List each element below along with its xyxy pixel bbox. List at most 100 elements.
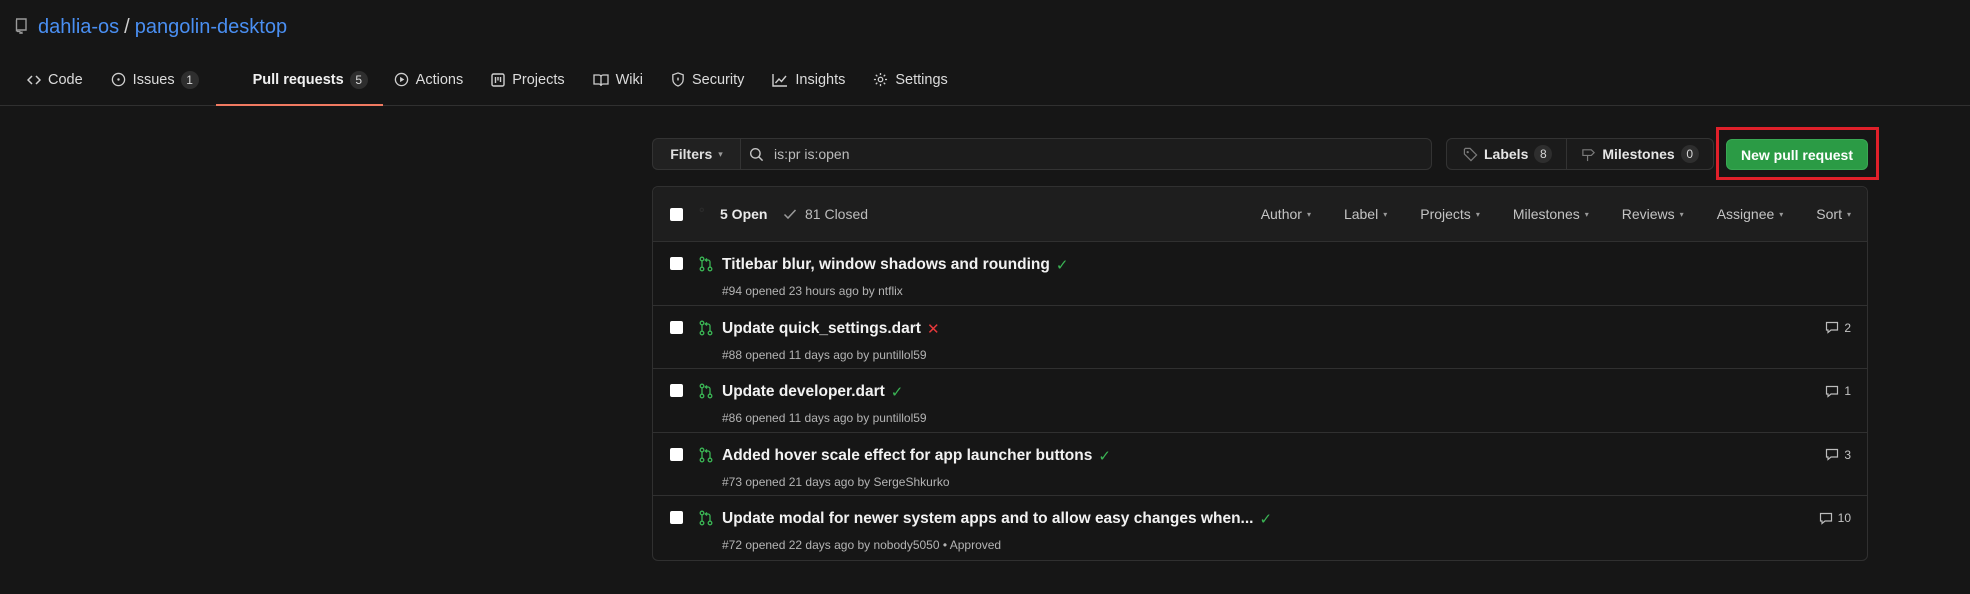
pr-checkbox[interactable] [670, 320, 683, 334]
tab-actions-label: Actions [415, 71, 464, 88]
tab-pull-requests-label: Pull requests [252, 71, 344, 88]
comments-link[interactable]: 1 [1825, 384, 1851, 398]
select-all-checkbox[interactable] [670, 207, 683, 221]
milestones-button[interactable]: Milestones 0 [1566, 139, 1712, 169]
check-icon[interactable]: ✓ [1098, 447, 1111, 465]
milestones-count-badge: 0 [1680, 145, 1699, 163]
play-icon [394, 72, 408, 87]
closed-count: 81 Closed [805, 206, 869, 222]
repo-owner-link[interactable]: dahlia-os [38, 16, 119, 39]
author-filter[interactable]: Author ▾ [1261, 206, 1311, 222]
pr-row: Update developer.dart ✓ #86 opened 11 da… [653, 369, 1867, 433]
tab-wiki[interactable]: Wiki [582, 54, 660, 105]
repo-name-link[interactable]: pangolin-desktop [135, 16, 287, 39]
reviews-filter[interactable]: Reviews ▾ [1622, 206, 1684, 222]
tab-settings-label: Settings [895, 71, 948, 88]
closed-filter[interactable]: 81 Closed [783, 206, 868, 222]
pr-title-link[interactable]: Titlebar blur, window shadows and roundi… [722, 256, 1068, 274]
repo-icon [14, 18, 30, 36]
shield-icon [672, 72, 684, 87]
labels-label: Labels [1484, 146, 1529, 162]
new-pull-request-button[interactable]: New pull request [1726, 139, 1868, 170]
gear-icon [874, 72, 888, 87]
search-icon [749, 147, 764, 161]
graph-icon [772, 73, 788, 87]
pr-meta: #88 opened 11 days ago by puntillol59 [722, 347, 927, 362]
tab-projects[interactable]: Projects [480, 54, 581, 105]
tab-security[interactable]: Security [660, 54, 761, 105]
tab-pull-requests[interactable]: Pull requests 5 [215, 54, 383, 106]
tab-settings[interactable]: Settings [862, 54, 964, 105]
chevron-down-icon: ▾ [1679, 209, 1684, 219]
tab-insights[interactable]: Insights [761, 54, 862, 105]
check-icon[interactable]: ✓ [1056, 256, 1069, 274]
tab-issues[interactable]: Issues 1 [100, 54, 216, 105]
chevron-down-icon: ▾ [1584, 209, 1589, 219]
chevron-down-icon: ▾ [1475, 209, 1480, 219]
pr-checkbox[interactable] [670, 384, 683, 397]
pr-meta: #86 opened 11 days ago by puntillol59 [722, 411, 927, 425]
assignee-label: Assignee [1716, 206, 1775, 222]
code-icon [27, 74, 41, 85]
pr-row: Update modal for newer system apps and t… [653, 496, 1867, 560]
git-pull-request-icon [699, 447, 713, 462]
repo-tabs: Code Issues 1 Pull requests 5 Actions Pr… [0, 54, 1970, 106]
pr-title-link[interactable]: Added hover scale effect for app launche… [722, 447, 1111, 465]
tab-wiki-label: Wiki [615, 71, 643, 88]
git-pull-request-icon [699, 207, 705, 212]
open-count: 5 Open [720, 206, 768, 222]
chevron-down-icon: ▾ [1383, 209, 1388, 219]
pr-row: Titlebar blur, window shadows and roundi… [653, 242, 1867, 306]
pr-row: Added hover scale effect for app launche… [653, 433, 1867, 496]
assignee-filter[interactable]: Assignee ▾ [1717, 206, 1784, 222]
comments-link[interactable]: 10 [1819, 511, 1851, 525]
x-icon[interactable]: ✕ [927, 320, 940, 338]
search-field[interactable] [740, 138, 1432, 170]
pr-row: Update quick_settings.dart ✕ #88 opened … [653, 306, 1867, 369]
comments-link[interactable]: 3 [1825, 448, 1851, 462]
tag-icon [1463, 147, 1478, 161]
pr-title-link[interactable]: Update modal for newer system apps and t… [722, 510, 1272, 528]
pr-title: Update quick_settings.dart [722, 319, 921, 337]
check-icon [783, 209, 797, 220]
tab-projects-label: Projects [512, 71, 565, 88]
tab-code-label: Code [48, 71, 83, 88]
comments-link[interactable]: 2 [1825, 321, 1851, 335]
pr-title-link[interactable]: Update developer.dart ✓ [722, 383, 903, 401]
chevron-down-icon: ▾ [1306, 209, 1311, 219]
filters-label: Filters [670, 146, 713, 162]
repo-separator: / [124, 15, 130, 38]
search-input[interactable] [774, 146, 1374, 162]
issues-count-badge: 1 [180, 70, 199, 89]
chevron-down-icon: ▾ [718, 148, 723, 159]
comment-icon [1826, 385, 1839, 398]
open-filter[interactable]: 5 Open [699, 206, 767, 222]
tab-actions[interactable]: Actions [383, 54, 481, 105]
filters-dropdown-button[interactable]: Filters ▾ [652, 138, 740, 170]
pr-meta: #72 opened 22 days ago by nobody5050 • A… [722, 538, 1002, 552]
pr-title-link[interactable]: Update quick_settings.dart ✕ [722, 320, 940, 338]
label-filter[interactable]: Label ▾ [1344, 206, 1387, 222]
git-pull-request-icon [699, 320, 713, 335]
project-icon [491, 72, 505, 87]
comment-icon [1826, 321, 1839, 334]
labels-button[interactable]: Labels 8 [1447, 139, 1566, 169]
check-icon[interactable]: ✓ [1259, 510, 1272, 528]
labels-count-badge: 8 [1534, 145, 1553, 163]
comment-count: 2 [1844, 320, 1851, 335]
projects-filter[interactable]: Projects ▾ [1420, 206, 1480, 222]
milestones-filter-label: Milestones [1512, 206, 1580, 222]
header-filters: Author ▾ Label ▾ Projects ▾ Milestones ▾ Rev… [1228, 206, 1851, 222]
milestones-filter[interactable]: Milestones ▾ [1513, 206, 1589, 222]
git-pull-request-icon [699, 256, 713, 272]
repo-header: dahlia-os / pangolin-desktop [0, 0, 1970, 54]
pr-checkbox[interactable] [670, 257, 683, 270]
check-icon[interactable]: ✓ [891, 383, 904, 401]
issue-icon [111, 72, 125, 87]
milestones-label: Milestones [1602, 146, 1675, 162]
tab-code[interactable]: Code [16, 54, 100, 105]
milestone-icon [1582, 148, 1596, 161]
sort-filter[interactable]: Sort ▾ [1816, 206, 1851, 222]
pr-checkbox[interactable] [670, 447, 683, 461]
pr-checkbox[interactable] [670, 511, 683, 524]
